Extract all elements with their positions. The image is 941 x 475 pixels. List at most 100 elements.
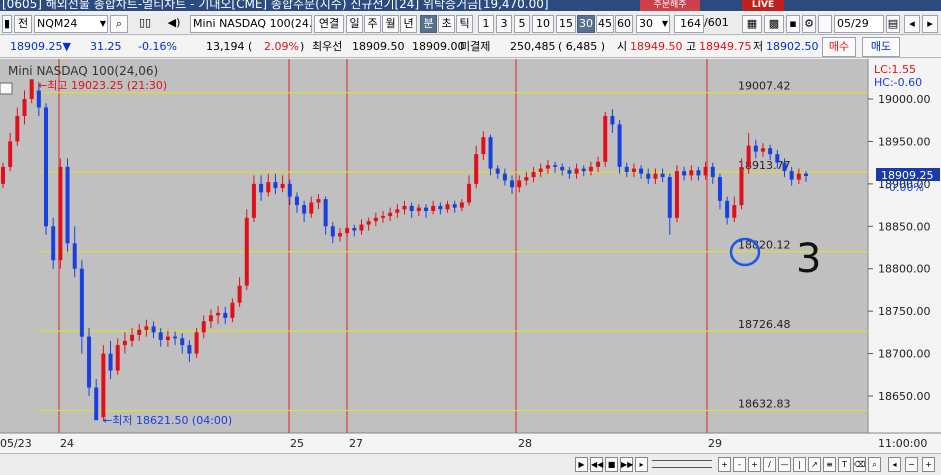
fib-icon[interactable]: ≡ bbox=[823, 457, 836, 472]
candle-body bbox=[531, 171, 536, 178]
trend-icon[interactable]: ↗ bbox=[808, 457, 821, 472]
jeon-button[interactable]: 전 bbox=[14, 15, 32, 33]
volume-pct-open: ( bbox=[248, 40, 253, 53]
candle-body bbox=[481, 137, 486, 155]
candle-body bbox=[760, 148, 765, 152]
draw-icon[interactable]: / bbox=[763, 457, 776, 472]
volume-pct-close: ) bbox=[300, 40, 305, 53]
candle-body bbox=[703, 166, 708, 176]
expand-icon[interactable]: ◂ bbox=[904, 15, 920, 33]
rewind-icon[interactable]: ◀◀ bbox=[590, 457, 603, 472]
period-month[interactable]: 월 bbox=[382, 15, 399, 33]
link-button[interactable]: 연결 bbox=[314, 15, 344, 33]
order-button[interactable]: 주문해주 bbox=[640, 0, 700, 11]
candle-body bbox=[452, 204, 457, 208]
symbol-input[interactable]: NQM24 ▼ bbox=[34, 15, 108, 33]
chart-area[interactable]: 19007.42 18913.77 18820.12 18726.48 18632.83… bbox=[0, 59, 941, 475]
save-icon[interactable]: ▪ bbox=[786, 15, 800, 33]
chevron-down-icon[interactable]: ▼ bbox=[662, 16, 668, 32]
period-minute[interactable]: 분 bbox=[420, 15, 437, 33]
period-year[interactable]: 년 bbox=[400, 15, 417, 33]
period-second[interactable]: 초 bbox=[438, 15, 455, 33]
gear-icon[interactable]: ⚙ bbox=[802, 15, 816, 33]
stop-icon[interactable]: ■ bbox=[605, 457, 618, 472]
lock-icon[interactable]: ▮ bbox=[2, 15, 12, 33]
period-tick[interactable]: 틱 bbox=[456, 15, 473, 33]
candle-body bbox=[574, 168, 579, 174]
magnify-icon[interactable]: ⌕ bbox=[868, 457, 881, 472]
candle-body bbox=[165, 336, 170, 340]
nav-arrow-icon[interactable]: ▸ bbox=[635, 457, 648, 472]
candlestick-chart[interactable]: 19007.4218913.7718820.1218726.4818632.83… bbox=[0, 59, 941, 453]
candle-body bbox=[22, 99, 27, 116]
interval-30[interactable]: 30 bbox=[577, 15, 595, 33]
candle-body bbox=[337, 233, 342, 237]
plus-icon[interactable]: + bbox=[922, 457, 935, 472]
candle-body bbox=[36, 90, 41, 108]
buy-button[interactable]: 매수 bbox=[822, 37, 856, 57]
candle-body bbox=[603, 115, 608, 162]
interval-60[interactable]: 60 bbox=[615, 15, 633, 33]
date-input[interactable]: 05/29 bbox=[834, 15, 884, 33]
scrollbar-track[interactable] bbox=[652, 460, 712, 468]
indicator-icon[interactable]: ▦ bbox=[742, 15, 762, 33]
scroll-right-icon[interactable]: ▶ bbox=[575, 457, 588, 472]
forward-icon[interactable]: ▶▶ bbox=[620, 457, 633, 472]
eraser-icon[interactable]: ⌫ bbox=[853, 457, 866, 472]
candle-body bbox=[660, 173, 665, 178]
x-date-label: 28 bbox=[518, 437, 532, 450]
chevron-down-icon[interactable]: ▼ bbox=[100, 16, 106, 32]
interval-45[interactable]: 45 bbox=[596, 15, 614, 33]
interval-3[interactable]: 3 bbox=[496, 15, 512, 33]
minus-icon[interactable]: − bbox=[905, 457, 918, 472]
x-date-label: 27 bbox=[349, 437, 363, 450]
bottom-navigation: ▶ ◀◀ ■ ▶▶ ▸ + - + / — | ↗ ≡ T ⌫ ⌕ ◂ − + bbox=[0, 453, 941, 475]
table-icon[interactable] bbox=[0, 82, 13, 95]
candle-body bbox=[459, 202, 464, 208]
date-checkbox[interactable] bbox=[818, 15, 832, 33]
interval-select[interactable]: 30 ▼ bbox=[636, 15, 670, 33]
grid-icon[interactable]: ▩ bbox=[764, 15, 784, 33]
candle-body bbox=[87, 336, 92, 388]
hline-icon[interactable]: — bbox=[778, 457, 791, 472]
y-tick-label: 18750.00 bbox=[878, 305, 931, 318]
live-badge[interactable]: LIVE bbox=[742, 0, 784, 11]
candle-body bbox=[782, 162, 787, 172]
candle-body bbox=[280, 183, 285, 189]
candle-body bbox=[294, 196, 299, 206]
zoom-in-icon[interactable]: + bbox=[718, 457, 731, 472]
search-icon[interactable]: ⌕ bbox=[110, 15, 128, 33]
calendar-icon[interactable]: ▤ bbox=[886, 15, 900, 33]
scroll-left-icon[interactable]: ◂ bbox=[888, 457, 901, 472]
interval-10[interactable]: 10 bbox=[532, 15, 554, 33]
interval-15[interactable]: 15 bbox=[556, 15, 576, 33]
toolbar-icons[interactable]: ▯▯ bbox=[130, 15, 160, 33]
candle-body bbox=[753, 145, 758, 152]
interval-5[interactable]: 5 bbox=[514, 15, 530, 33]
candle-body bbox=[732, 205, 737, 218]
interval-1[interactable]: 1 bbox=[478, 15, 494, 33]
vline-icon[interactable]: | bbox=[793, 457, 806, 472]
candle-body bbox=[44, 107, 49, 227]
candle-body bbox=[424, 207, 429, 212]
candle-body bbox=[223, 312, 228, 318]
candle-body bbox=[144, 326, 149, 330]
count-input[interactable]: 164 bbox=[674, 15, 704, 33]
crosshair-icon[interactable]: + bbox=[748, 457, 761, 472]
candle-body bbox=[682, 171, 687, 176]
volume-pct: 2.09% bbox=[264, 40, 299, 53]
speaker-icon[interactable]: ◀) bbox=[160, 15, 188, 33]
period-day[interactable]: 일 bbox=[346, 15, 363, 33]
lc-label: LC:1.55 bbox=[874, 63, 916, 76]
text-tool-icon[interactable]: T bbox=[838, 457, 851, 472]
collapse-icon[interactable]: ▸ bbox=[922, 15, 938, 33]
candle-body bbox=[287, 183, 292, 197]
period-week[interactable]: 주 bbox=[364, 15, 381, 33]
zoom-out-icon[interactable]: - bbox=[733, 457, 746, 472]
candle-body bbox=[789, 171, 794, 180]
candle-body bbox=[230, 302, 235, 318]
x-time-label: 11:00:00 bbox=[878, 437, 927, 450]
best-bid-label: 최우선 bbox=[312, 40, 343, 53]
hc-label: HC:-0.60 bbox=[874, 76, 922, 89]
sell-button[interactable]: 매도 bbox=[862, 37, 900, 57]
